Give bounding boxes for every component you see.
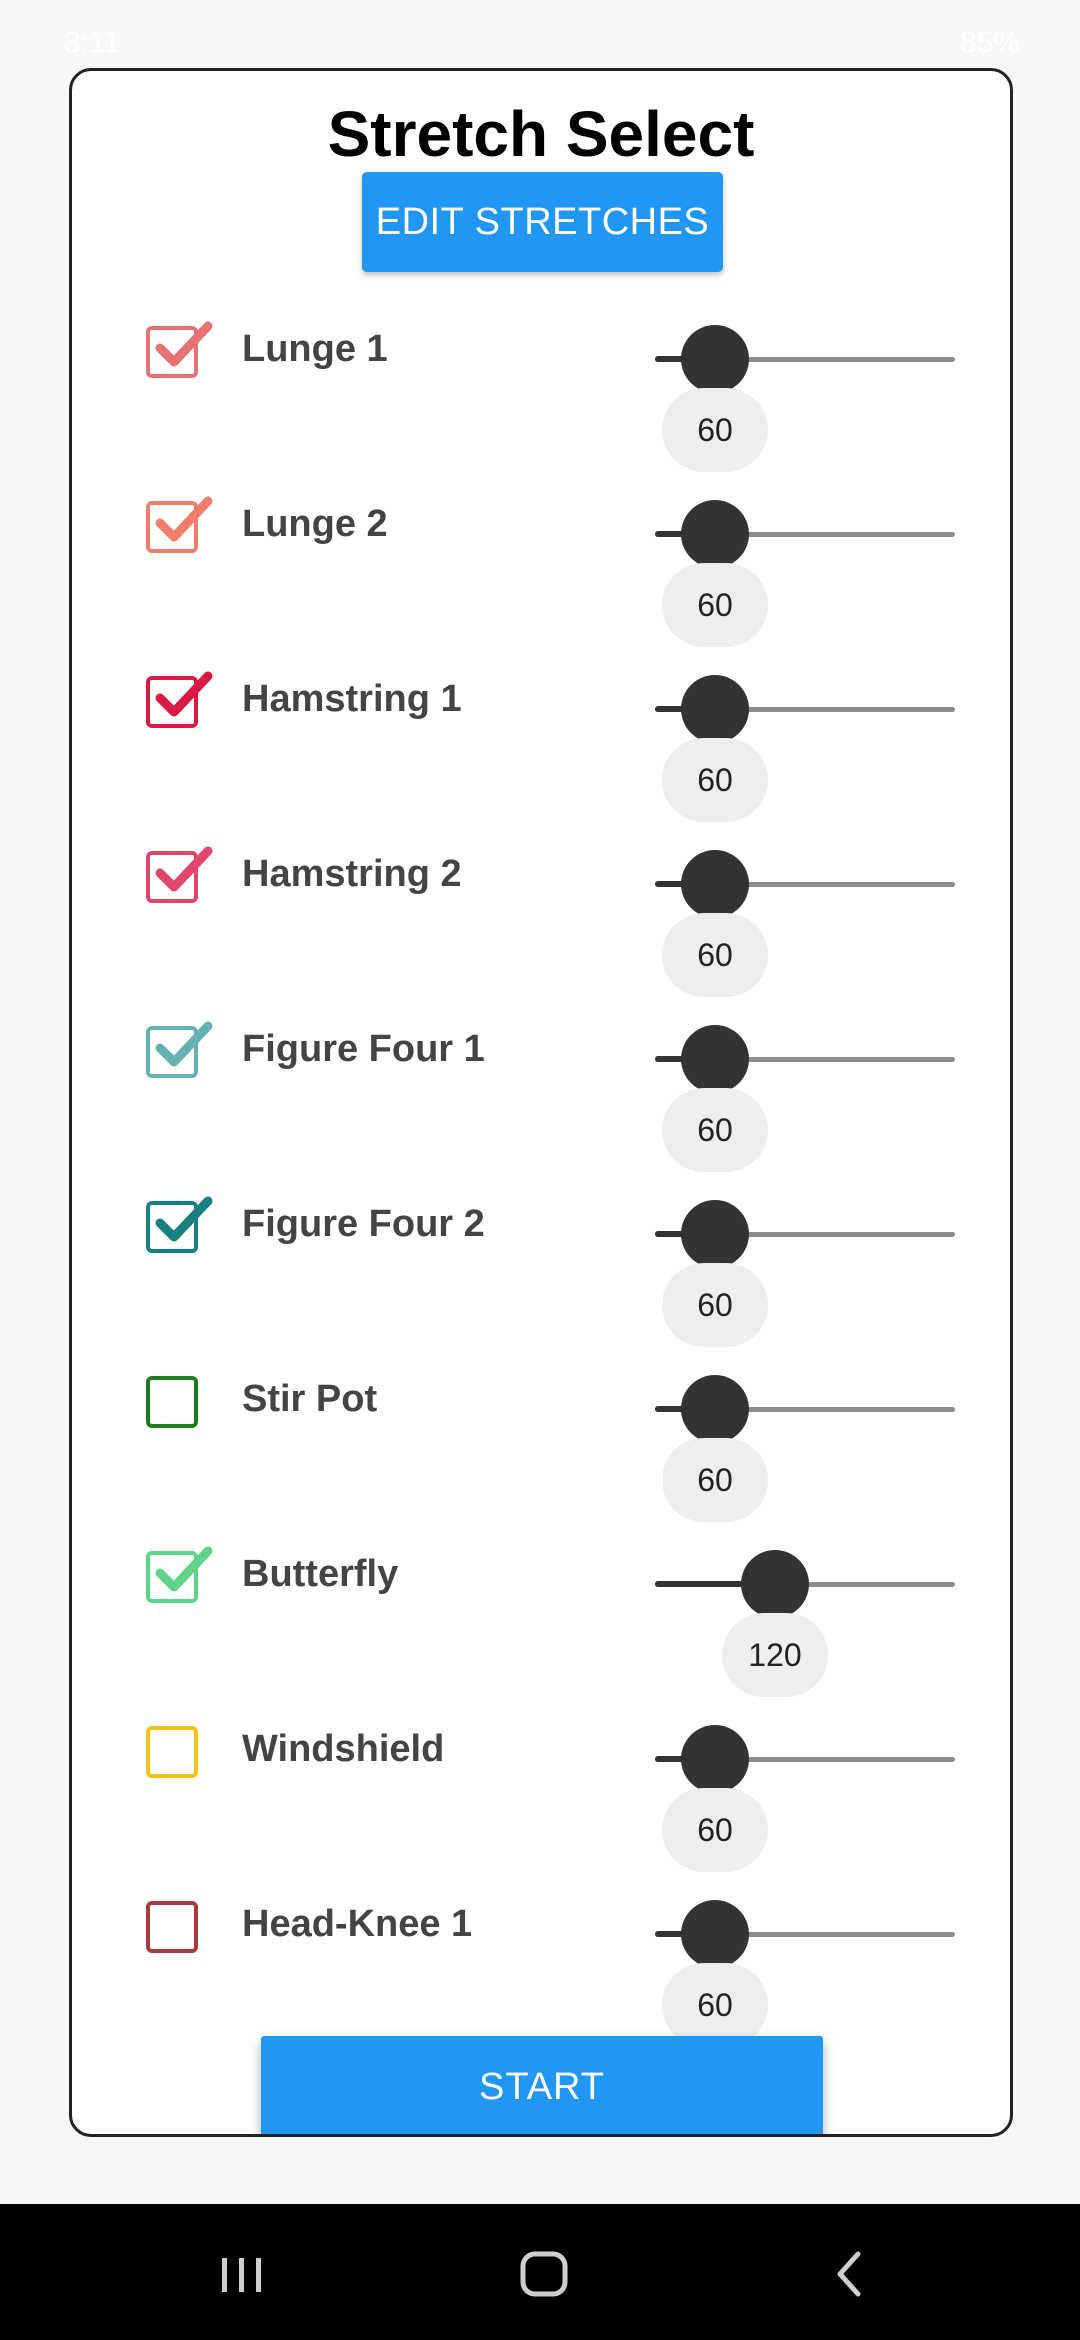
stretch-label: Head-Knee 1 (242, 1903, 473, 1945)
duration-slider-thumb[interactable] (681, 1200, 749, 1268)
start-button[interactable]: START (261, 2036, 823, 2134)
duration-value: 60 (662, 1263, 768, 1347)
checkmark-icon (155, 1546, 213, 1592)
checkmark-icon (155, 321, 213, 367)
status-battery: 85% (959, 26, 1020, 59)
duration-slider-thumb[interactable] (681, 325, 749, 393)
stretch-checkbox[interactable] (146, 1021, 213, 1078)
stretch-row: Windshield 60 (72, 1724, 1010, 1899)
stretch-checkbox[interactable] (146, 1901, 198, 1953)
duration-value: 60 (662, 1438, 768, 1522)
duration-slider-thumb[interactable] (741, 1550, 809, 1618)
stretch-label: Windshield (242, 1728, 445, 1770)
stretch-row: Lunge 2 60 (72, 496, 1010, 674)
stretch-checkbox[interactable] (146, 846, 213, 903)
duration-slider-thumb[interactable] (681, 850, 749, 918)
checkmark-icon (155, 496, 213, 542)
checkmark-icon (155, 1196, 213, 1242)
stretch-checkbox[interactable] (146, 496, 213, 553)
stretch-row: Lunge 1 60 (72, 321, 1010, 499)
checkmark-icon (155, 1021, 213, 1067)
duration-slider-thumb[interactable] (681, 1900, 749, 1968)
stretch-label: Butterfly (242, 1553, 399, 1595)
stretch-row: Hamstring 2 60 (72, 846, 1010, 1024)
stretch-checkbox[interactable] (146, 1546, 213, 1603)
duration-slider-thumb[interactable] (681, 1025, 749, 1093)
checkmark-icon (155, 671, 213, 717)
duration-slider-thumb[interactable] (681, 675, 749, 743)
back-icon[interactable] (818, 2244, 878, 2304)
stretch-label: Figure Four 1 (242, 1028, 485, 1070)
stretch-label: Stir Pot (242, 1378, 378, 1420)
stretch-checkbox[interactable] (146, 1376, 198, 1428)
home-icon[interactable] (514, 2244, 574, 2304)
stretch-label: Lunge 2 (242, 503, 388, 545)
stretch-checkbox[interactable] (146, 1726, 198, 1778)
page-title: Stretch Select (327, 98, 755, 170)
recents-icon[interactable] (212, 2244, 272, 2304)
duration-value: 60 (662, 388, 768, 472)
edit-stretches-button[interactable]: EDIT STRETCHES (362, 172, 723, 272)
duration-value: 60 (662, 1963, 768, 2047)
status-time: 3:11 (64, 26, 121, 59)
duration-value: 60 (662, 1788, 768, 1872)
stretch-checkbox[interactable] (146, 1196, 213, 1253)
stretch-row: Figure Four 1 60 (72, 1021, 1010, 1199)
stretch-checkbox[interactable] (146, 321, 213, 378)
status-bar: 3:11 85% (0, 0, 1080, 60)
stretch-label: Figure Four 2 (242, 1203, 485, 1245)
duration-value: 60 (662, 913, 768, 997)
stretch-row: Hamstring 1 60 (72, 671, 1010, 849)
duration-value: 120 (722, 1613, 828, 1697)
stretch-checkbox[interactable] (146, 671, 213, 728)
stretch-row: Stir Pot 60 (72, 1374, 1010, 1549)
duration-slider-thumb[interactable] (681, 1725, 749, 1793)
duration-value: 60 (662, 1088, 768, 1172)
system-nav-bar (0, 2204, 1080, 2340)
duration-slider-thumb[interactable] (681, 500, 749, 568)
duration-value: 60 (662, 563, 768, 647)
stretch-label: Hamstring 2 (242, 853, 462, 895)
checkmark-icon (155, 846, 213, 892)
stretch-label: Hamstring 1 (242, 678, 462, 720)
stretch-label: Lunge 1 (242, 328, 388, 370)
duration-value: 60 (662, 738, 768, 822)
stretch-row: Butterfly 120 (72, 1546, 1010, 1724)
stretch-select-card: Stretch Select EDIT STRETCHES Lunge 1 60 L… (69, 68, 1013, 2137)
duration-slider-thumb[interactable] (681, 1375, 749, 1443)
stretch-row: Figure Four 2 60 (72, 1196, 1010, 1374)
